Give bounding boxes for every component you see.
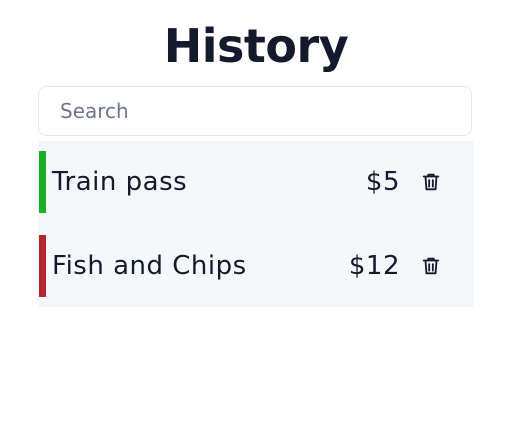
history-list: Train pass $5 Fish and Chips $12	[38, 141, 474, 307]
category-indicator	[39, 151, 46, 213]
list-item[interactable]: Fish and Chips $12	[38, 235, 474, 297]
trash-icon	[422, 257, 440, 275]
trash-icon	[422, 173, 440, 191]
item-amount: $12	[348, 251, 400, 281]
search-box[interactable]	[38, 86, 472, 136]
search-input[interactable]	[39, 87, 471, 135]
item-amount: $5	[365, 167, 400, 197]
item-name: Train pass	[52, 167, 188, 197]
list-item[interactable]: Train pass $5	[38, 151, 474, 213]
delete-button[interactable]	[420, 171, 442, 193]
category-indicator	[39, 235, 46, 297]
item-name: Fish and Chips	[52, 251, 247, 281]
page-title: History	[163, 19, 349, 73]
delete-button[interactable]	[420, 255, 442, 277]
